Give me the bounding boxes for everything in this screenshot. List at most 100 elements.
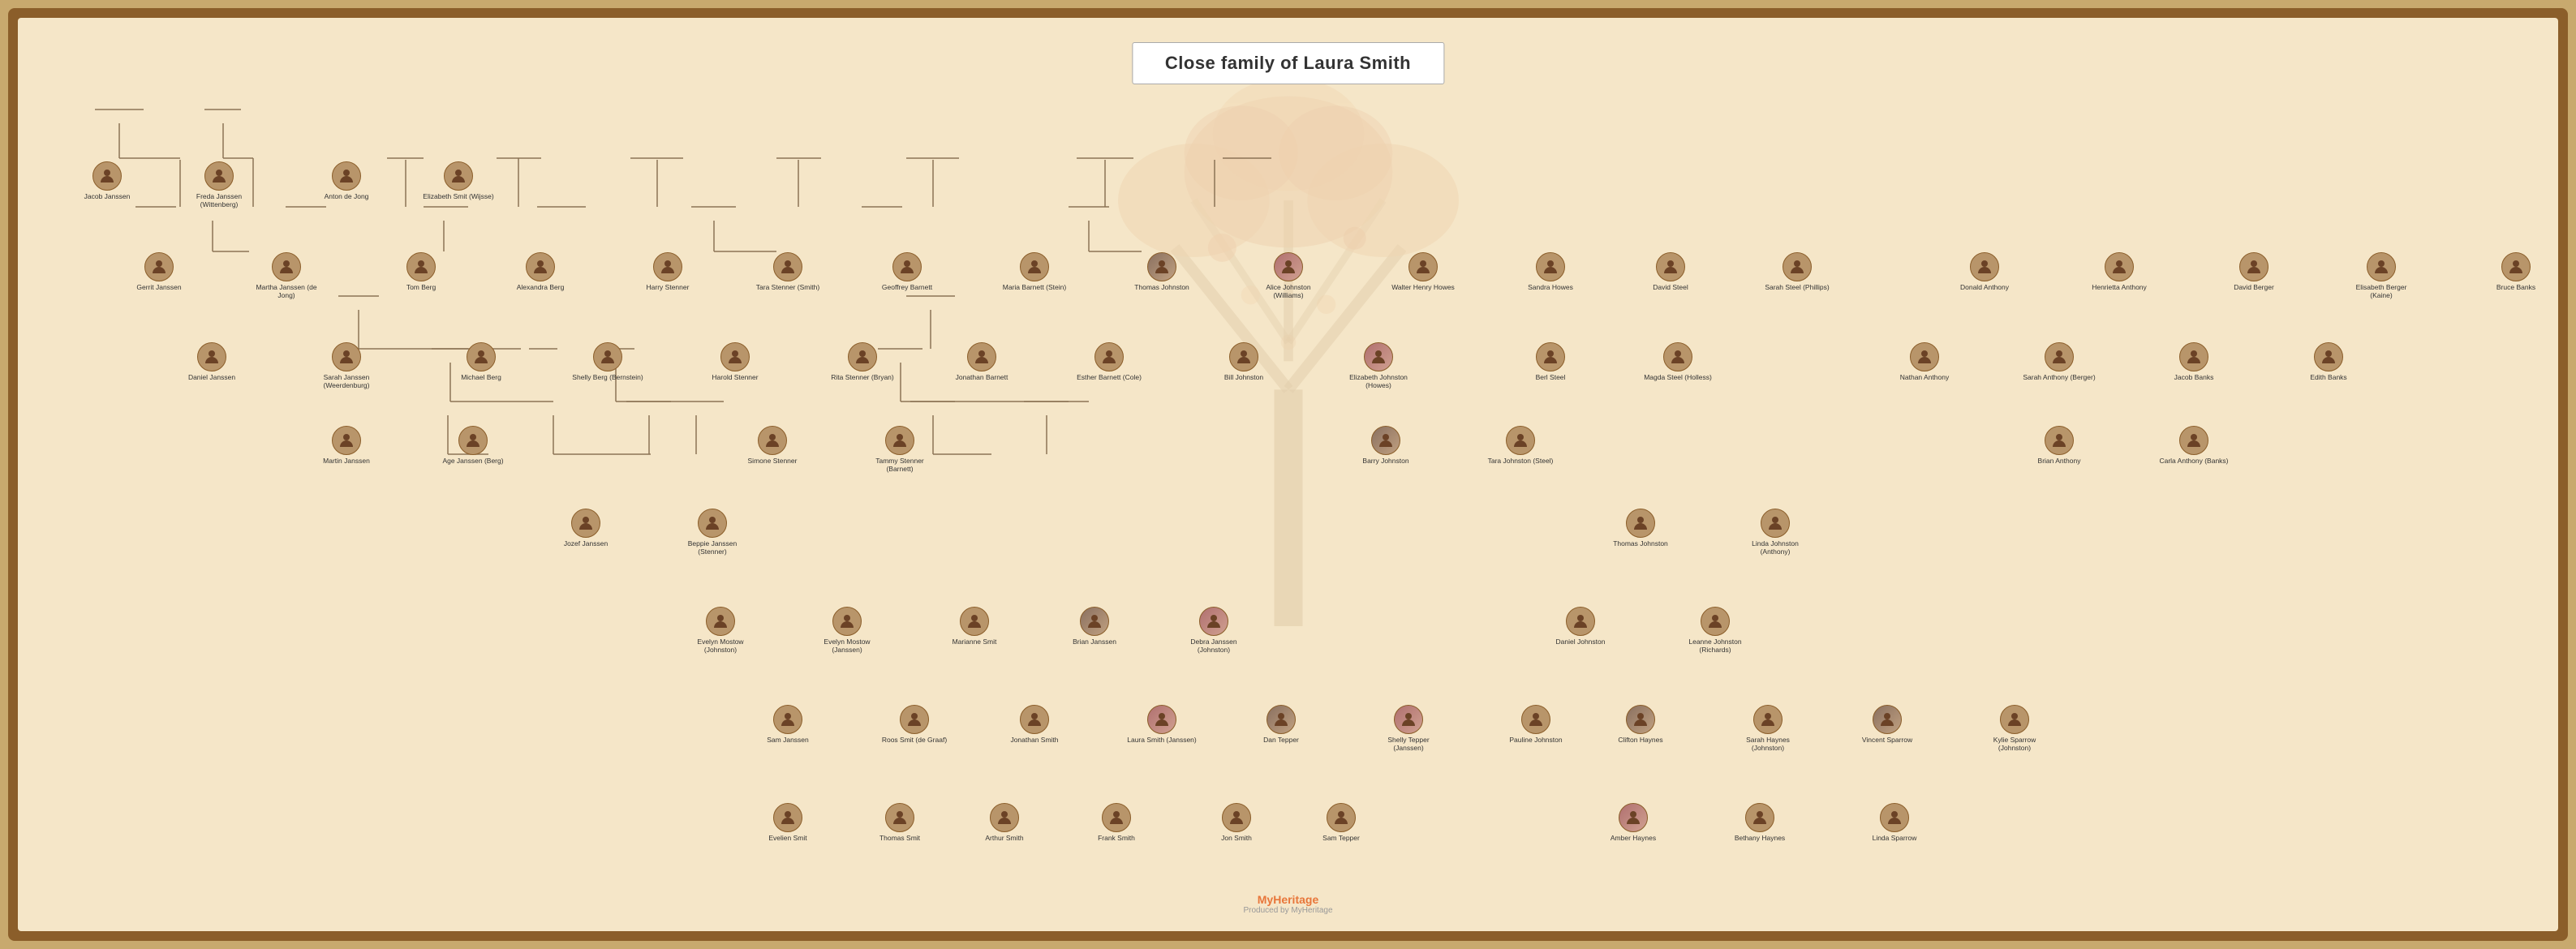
person-martin_janssen[interactable]: Martin Janssen bbox=[310, 426, 383, 465]
person-sam_tepper[interactable]: Sam Tepper bbox=[1305, 803, 1378, 842]
person-simone_stenner[interactable]: Simone Stenner bbox=[736, 426, 809, 465]
person-gerrit_janssen[interactable]: Gerrit Janssen bbox=[123, 252, 196, 291]
person-daniel_johnston[interactable]: Daniel Johnston bbox=[1544, 607, 1617, 646]
person-harold_stenner[interactable]: Harold Stenner bbox=[699, 342, 772, 381]
person-age_janssen[interactable]: Age Janssen (Berg) bbox=[437, 426, 510, 465]
person-berl_steel[interactable]: Berl Steel bbox=[1514, 342, 1587, 381]
person-bethany_haynes[interactable]: Bethany Haynes bbox=[1723, 803, 1796, 842]
person-jon_smith[interactable]: Jon Smith bbox=[1200, 803, 1273, 842]
person-esther_barnett[interactable]: Esther Barnett (Cole) bbox=[1073, 342, 1146, 381]
person-pauline_johnston[interactable]: Pauline Johnston bbox=[1499, 705, 1572, 744]
avatar-kylie_sparrow bbox=[2000, 705, 2029, 734]
person-sarah_haynes[interactable]: Sarah Haynes (Johnston) bbox=[1731, 705, 1804, 752]
person-walter_howes[interactable]: Walter Henry Howes bbox=[1387, 252, 1460, 291]
avatar-magda_steel bbox=[1663, 342, 1692, 371]
person-henrietta_anthony[interactable]: Henrietta Anthony bbox=[2083, 252, 2156, 291]
avatar-vincent_sparrow bbox=[1873, 705, 1902, 734]
person-laura_smith[interactable]: Laura Smith (Janssen) bbox=[1125, 705, 1198, 744]
person-shelly_berg[interactable]: Shelly Berg (Bernstein) bbox=[571, 342, 644, 381]
person-tom_berg[interactable]: Tom Berg bbox=[385, 252, 458, 291]
person-dan_tepper[interactable]: Dan Tepper bbox=[1245, 705, 1318, 744]
person-debra_janssen[interactable]: Debra Janssen (Johnston) bbox=[1177, 607, 1250, 654]
person-harry_stenner[interactable]: Harry Stenner bbox=[631, 252, 704, 291]
name-age_janssen: Age Janssen (Berg) bbox=[442, 457, 503, 465]
avatar-esther_barnett bbox=[1094, 342, 1124, 371]
person-jonathan_barnett[interactable]: Jonathan Barnett bbox=[945, 342, 1018, 381]
person-clifton_haynes[interactable]: Clifton Haynes bbox=[1604, 705, 1677, 744]
person-tara_stenner[interactable]: Tara Stenner (Smith) bbox=[751, 252, 824, 291]
person-thomas_johnston2[interactable]: Thomas Johnston bbox=[1604, 509, 1677, 548]
avatar-bruce_banks bbox=[2501, 252, 2531, 281]
person-linda_sparrow[interactable]: Linda Sparrow bbox=[1858, 803, 1931, 842]
person-geoffrey_barnett[interactable]: Geoffrey Barnett bbox=[871, 252, 944, 291]
person-david_berger[interactable]: David Berger bbox=[2217, 252, 2290, 291]
avatar-tom_berg bbox=[406, 252, 436, 281]
person-linda_johnston[interactable]: Linda Johnston (Anthony) bbox=[1739, 509, 1812, 556]
person-alice_johnston[interactable]: Alice Johnston (Williams) bbox=[1252, 252, 1325, 299]
avatar-laura_smith bbox=[1147, 705, 1176, 734]
person-thomas_smit[interactable]: Thomas Smit bbox=[863, 803, 936, 842]
person-anton_de_jong[interactable]: Anton de Jong bbox=[310, 161, 383, 200]
person-evelien_smit[interactable]: Evelien Smit bbox=[751, 803, 824, 842]
person-sarah_steel[interactable]: Sarah Steel (Phillips) bbox=[1761, 252, 1834, 291]
person-kylie_sparrow[interactable]: Kylie Sparrow (Johnston) bbox=[1978, 705, 2051, 752]
person-jozef_janssen[interactable]: Jozef Janssen bbox=[549, 509, 622, 548]
person-roos_smit[interactable]: Roos Smit (de Graaf) bbox=[878, 705, 951, 744]
person-thomas_johnston[interactable]: Thomas Johnston bbox=[1125, 252, 1198, 291]
person-evelyn_mostow2[interactable]: Evelyn Mostow (Janssen) bbox=[811, 607, 884, 654]
person-sam_janssen[interactable]: Sam Janssen bbox=[751, 705, 824, 744]
person-vincent_sparrow[interactable]: Vincent Sparrow bbox=[1851, 705, 1924, 744]
avatar-tara_johnston bbox=[1506, 426, 1535, 455]
person-evelyn_mostow[interactable]: Evelyn Mostow (Johnston) bbox=[684, 607, 757, 654]
person-jonathan_smith[interactable]: Jonathan Smith bbox=[998, 705, 1071, 744]
person-tammy_stenner[interactable]: Tammy Stenner (Barnett) bbox=[863, 426, 936, 473]
person-daniel_janssen[interactable]: Daniel Janssen bbox=[175, 342, 248, 381]
name-brian_janssen: Brian Janssen bbox=[1073, 638, 1116, 646]
person-jacob_janssen[interactable]: Jacob Janssen bbox=[71, 161, 144, 200]
person-frank_smith[interactable]: Frank Smith bbox=[1080, 803, 1153, 842]
person-freda_janssen[interactable]: Freda Janssen (Wittenberg) bbox=[183, 161, 256, 208]
person-bill_johnston[interactable]: Bill Johnston bbox=[1207, 342, 1280, 381]
person-alexandra_berg[interactable]: Alexandra Berg bbox=[504, 252, 577, 291]
name-beppie_janssen: Beppie Janssen (Stenner) bbox=[676, 539, 749, 556]
name-tammy_stenner: Tammy Stenner (Barnett) bbox=[863, 457, 936, 473]
avatar-marianne_smit bbox=[960, 607, 989, 636]
person-nathan_anthony[interactable]: Nathan Anthony bbox=[1888, 342, 1961, 381]
name-amber_haynes: Amber Haynes bbox=[1611, 834, 1656, 842]
person-elizabeth_smit[interactable]: Elizabeth Smit (Wijsse) bbox=[422, 161, 495, 200]
person-barry_johnston[interactable]: Barry Johnston bbox=[1349, 426, 1422, 465]
person-arthur_smith[interactable]: Arthur Smith bbox=[968, 803, 1041, 842]
person-shelly_tepper[interactable]: Shelly Tepper (Janssen) bbox=[1372, 705, 1445, 752]
person-tara_johnston[interactable]: Tara Johnston (Steel) bbox=[1484, 426, 1557, 465]
avatar-freda_janssen bbox=[204, 161, 234, 191]
person-bruce_banks[interactable]: Bruce Banks bbox=[2479, 252, 2552, 291]
person-magda_steel[interactable]: Magda Steel (Holless) bbox=[1641, 342, 1714, 381]
person-rita_stenner[interactable]: Rita Stenner (Bryan) bbox=[826, 342, 899, 381]
person-maria_barnett[interactable]: Maria Barnett (Stein) bbox=[998, 252, 1071, 291]
person-elizabeth_johnston[interactable]: Elizabeth Johnston (Howes) bbox=[1342, 342, 1415, 389]
person-beppie_janssen[interactable]: Beppie Janssen (Stenner) bbox=[676, 509, 749, 556]
person-brian_janssen[interactable]: Brian Janssen bbox=[1058, 607, 1131, 646]
person-sandra_howes[interactable]: Sandra Howes bbox=[1514, 252, 1587, 291]
name-berl_steel: Berl Steel bbox=[1536, 373, 1566, 381]
name-walter_howes: Walter Henry Howes bbox=[1391, 283, 1455, 291]
person-brian_anthony[interactable]: Brian Anthony bbox=[2023, 426, 2096, 465]
person-david_steel[interactable]: David Steel bbox=[1634, 252, 1707, 291]
person-marianne_smit[interactable]: Marianne Smit bbox=[938, 607, 1011, 646]
person-edith_banks[interactable]: Edith Banks bbox=[2292, 342, 2365, 381]
person-martha_janssen[interactable]: Martha Janssen (de Jong) bbox=[250, 252, 323, 299]
person-sarah_anthony[interactable]: Sarah Anthony (Berger) bbox=[2023, 342, 2096, 381]
person-sarah_janssen[interactable]: Sarah Janssen (Weerdenburg) bbox=[310, 342, 383, 389]
person-carla_anthony[interactable]: Carla Anthony (Banks) bbox=[2157, 426, 2230, 465]
person-amber_haynes[interactable]: Amber Haynes bbox=[1597, 803, 1670, 842]
avatar-linda_johnston bbox=[1761, 509, 1790, 538]
person-michael_berg[interactable]: Michael Berg bbox=[445, 342, 518, 381]
avatar-elizabeth_smit bbox=[444, 161, 473, 191]
name-brian_anthony: Brian Anthony bbox=[2038, 457, 2081, 465]
person-jacob_banks[interactable]: Jacob Banks bbox=[2157, 342, 2230, 381]
person-leanne_johnston[interactable]: Leanne Johnston (Richards) bbox=[1679, 607, 1752, 654]
name-frank_smith: Frank Smith bbox=[1098, 834, 1135, 842]
person-elisabeth_berger[interactable]: Elisabeth Berger (Kaine) bbox=[2345, 252, 2418, 299]
avatar-david_steel bbox=[1656, 252, 1685, 281]
person-donald_anthony[interactable]: Donald Anthony bbox=[1948, 252, 2021, 291]
